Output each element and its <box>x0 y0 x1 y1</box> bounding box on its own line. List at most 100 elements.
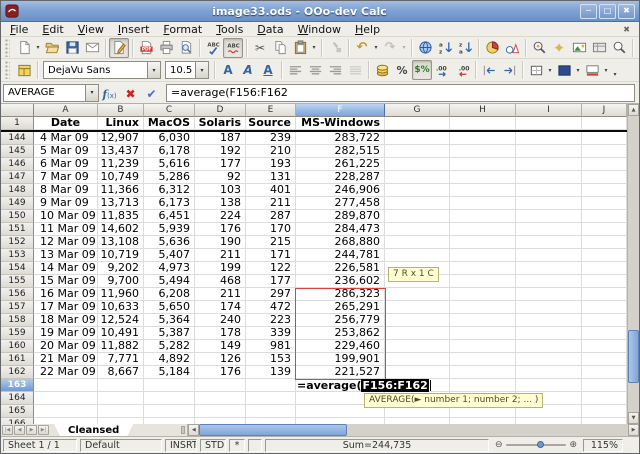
cell-H152[interactable] <box>450 236 516 249</box>
page-style-indicator[interactable]: Default <box>80 439 162 452</box>
styles-button[interactable] <box>14 60 34 80</box>
cell-C146[interactable]: 5,616 <box>144 158 195 171</box>
cell-B146[interactable]: 11,239 <box>98 158 144 171</box>
cell-H163[interactable] <box>450 379 516 392</box>
cell-H158[interactable] <box>450 314 516 327</box>
column-header-G[interactable]: G <box>385 104 450 117</box>
cell-B159[interactable]: 10,491 <box>98 327 144 340</box>
cell-C155[interactable]: 5,494 <box>144 275 195 288</box>
cell-F1[interactable]: MS-Windows <box>296 117 385 130</box>
cell-E146[interactable]: 193 <box>246 158 296 171</box>
cell-H162[interactable] <box>450 366 516 379</box>
menu-help[interactable]: Help <box>348 22 387 37</box>
cancel-button[interactable]: ✖ <box>121 84 140 102</box>
column-header-H[interactable]: H <box>450 104 516 117</box>
cell-J155[interactable] <box>582 275 627 288</box>
cell-D154[interactable]: 199 <box>195 262 246 275</box>
cell-H157[interactable] <box>450 301 516 314</box>
cell-D149[interactable]: 138 <box>195 197 246 210</box>
cell-J151[interactable] <box>582 223 627 236</box>
cell-E156[interactable]: 297 <box>246 288 296 301</box>
row-header-162[interactable]: 162 <box>1 366 34 379</box>
cell-E157[interactable]: 472 <box>246 301 296 314</box>
cell-D157[interactable]: 174 <box>195 301 246 314</box>
cell-J165[interactable] <box>582 405 627 418</box>
cell-D155[interactable]: 468 <box>195 275 246 288</box>
cell-G1[interactable] <box>385 117 450 130</box>
formula-input[interactable]: =average(F156:F162 <box>166 84 635 102</box>
cell-C159[interactable]: 5,387 <box>144 327 195 340</box>
cell-F155[interactable]: 236,602 <box>296 275 385 288</box>
sort-ascending-button[interactable]: az <box>435 38 455 58</box>
cell-J164[interactable] <box>582 392 627 405</box>
menu-data[interactable]: Data <box>250 22 290 37</box>
cell-B155[interactable]: 9,700 <box>98 275 144 288</box>
cell-D152[interactable]: 190 <box>195 236 246 249</box>
row-header-152[interactable]: 152 <box>1 236 34 249</box>
cell-I144[interactable] <box>516 132 582 145</box>
cell-H161[interactable] <box>450 353 516 366</box>
cell-I155[interactable] <box>516 275 582 288</box>
cell-G147[interactable] <box>385 171 450 184</box>
borders-dropdown-button[interactable]: ▾ <box>546 60 554 80</box>
cell-C153[interactable]: 5,407 <box>144 249 195 262</box>
title-bar[interactable]: image33.ods - OOo-dev Calc ─ □ ✖ <box>1 1 639 22</box>
cell-A157[interactable]: 17 Mar 09 <box>34 301 98 314</box>
cell-A150[interactable]: 10 Mar 09 <box>34 210 98 223</box>
cell-I159[interactable] <box>516 327 582 340</box>
find-replace-button[interactable] <box>529 38 549 58</box>
redo-button[interactable]: ↷ <box>380 38 400 58</box>
cell-D1[interactable]: Solaris <box>195 117 246 130</box>
cell-J149[interactable] <box>582 197 627 210</box>
row-header-154[interactable]: 154 <box>1 262 34 275</box>
cell-B154[interactable]: 9,202 <box>98 262 144 275</box>
cell-B151[interactable]: 14,602 <box>98 223 144 236</box>
cell-B158[interactable]: 12,524 <box>98 314 144 327</box>
row-header-165[interactable]: 165 <box>1 405 34 418</box>
menu-view[interactable]: View <box>71 22 111 37</box>
cell-B165[interactable] <box>98 405 144 418</box>
background-color-button[interactable] <box>554 60 574 80</box>
cell-J162[interactable] <box>582 366 627 379</box>
standard-format-button[interactable]: $% <box>412 60 432 80</box>
row-header-166[interactable]: 166 <box>1 418 34 424</box>
menu-file[interactable]: File <box>3 22 35 37</box>
email-button[interactable] <box>82 38 102 58</box>
select-all-corner[interactable] <box>1 104 34 117</box>
first-sheet-button[interactable]: |◀ <box>2 425 13 435</box>
cell-A161[interactable]: 21 Mar 09 <box>34 353 98 366</box>
cell-D163[interactable] <box>195 379 246 392</box>
cell-B1[interactable]: Linux <box>98 117 144 130</box>
cell-D160[interactable]: 149 <box>195 340 246 353</box>
column-header-B[interactable]: B <box>98 104 144 117</box>
cell-G149[interactable] <box>385 197 450 210</box>
row-header-144[interactable]: 144 <box>1 132 34 145</box>
cell-F161[interactable]: 199,901 <box>296 353 385 366</box>
cell-B148[interactable]: 11,366 <box>98 184 144 197</box>
row-header-160[interactable]: 160 <box>1 340 34 353</box>
cell-A165[interactable] <box>34 405 98 418</box>
currency-button[interactable] <box>372 60 392 80</box>
column-header-D[interactable]: D <box>195 104 246 117</box>
row-header-147[interactable]: 147 <box>1 171 34 184</box>
cell-C158[interactable]: 5,364 <box>144 314 195 327</box>
export-pdf-button[interactable]: PDF <box>136 38 156 58</box>
last-sheet-button[interactable]: ▶| <box>38 425 49 435</box>
cell-E1[interactable]: Source <box>246 117 296 130</box>
cell-A145[interactable]: 5 Mar 09 <box>34 145 98 158</box>
align-right-button[interactable] <box>325 60 345 80</box>
cell-B160[interactable]: 11,882 <box>98 340 144 353</box>
cell-A159[interactable]: 19 Mar 09 <box>34 327 98 340</box>
toolbar-overflow-button[interactable]: ▾ <box>610 60 620 80</box>
cell-D156[interactable]: 211 <box>195 288 246 301</box>
undo-dropdown-button[interactable]: ▾ <box>372 38 380 58</box>
new-document-button[interactable] <box>14 38 34 58</box>
cell-A147[interactable]: 7 Mar 09 <box>34 171 98 184</box>
cell-A162[interactable]: 22 Mar 09 <box>34 366 98 379</box>
decrease-indent-button[interactable] <box>479 60 499 80</box>
cell-G157[interactable] <box>385 301 450 314</box>
cell-F162[interactable]: 221,527 <box>296 366 385 379</box>
justify-button[interactable] <box>345 60 365 80</box>
cell-I156[interactable] <box>516 288 582 301</box>
scroll-down-button[interactable]: ▼ <box>628 412 639 424</box>
